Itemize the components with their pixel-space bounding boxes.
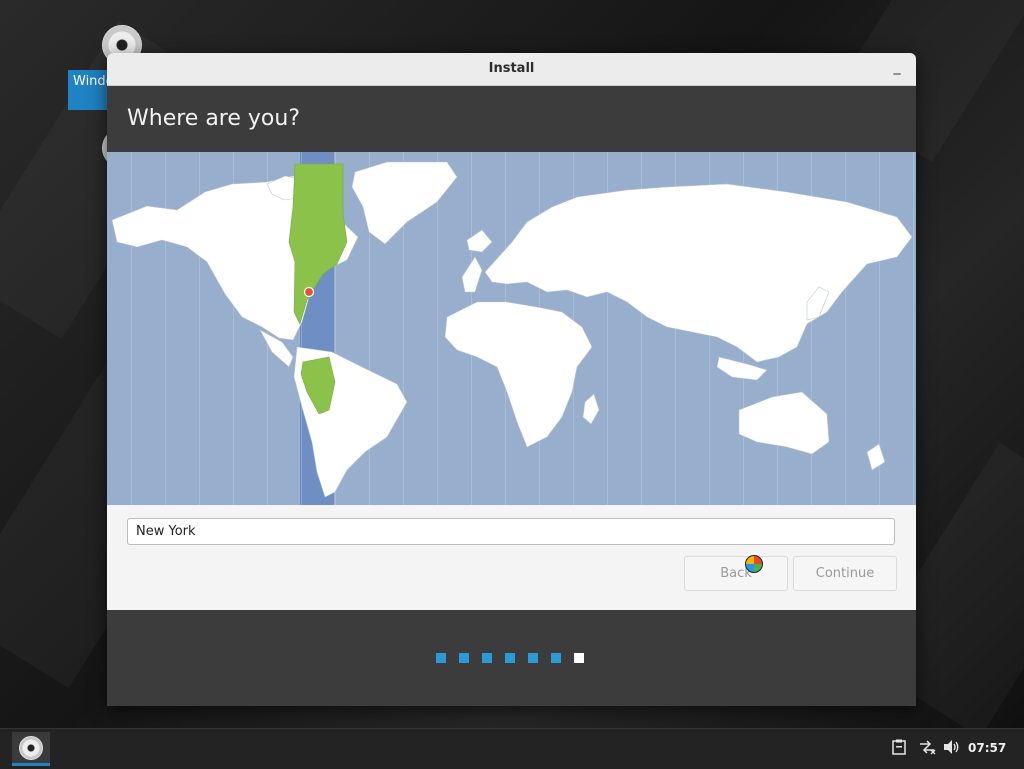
progress-footer <box>107 610 916 706</box>
back-button[interactable]: Back <box>684 556 788 591</box>
iceland-land <box>466 229 493 253</box>
selected-timezone-highlight-north <box>288 163 348 325</box>
greenland-land <box>351 161 458 245</box>
network-disconnected-icon[interactable] <box>918 739 936 759</box>
disc-icon <box>19 736 43 760</box>
progress-dot <box>505 653 515 663</box>
installer-window: Install _ Where are you? New York Back C… <box>107 53 916 706</box>
madagascar-land <box>582 393 600 425</box>
location-pin-icon <box>303 286 315 298</box>
progress-dots <box>436 653 584 663</box>
content-panel: Back Continue <box>107 505 916 610</box>
new-zealand-land <box>866 443 886 471</box>
africa-land <box>444 301 593 448</box>
title-bar[interactable]: Install _ <box>107 53 916 86</box>
page-header: Where are you? <box>107 86 916 153</box>
world-map-graphic <box>111 161 913 498</box>
city-input[interactable] <box>127 518 895 545</box>
clock[interactable]: 07:57 <box>968 741 1006 755</box>
progress-dot <box>459 653 469 663</box>
busy-spinner-icon <box>745 555 763 573</box>
minimize-icon[interactable]: _ <box>886 59 908 79</box>
australia-land <box>738 391 830 455</box>
clipboard-icon[interactable] <box>892 739 906 759</box>
progress-dot <box>436 653 446 663</box>
progress-dot-current <box>574 653 584 663</box>
page-title: Where are you? <box>127 106 300 131</box>
british-isles-land <box>461 256 483 293</box>
timezone-map[interactable] <box>107 152 916 505</box>
window-title: Install <box>488 61 535 76</box>
progress-dot <box>528 653 538 663</box>
taskbar-installer-button[interactable] <box>12 732 50 766</box>
continue-button[interactable]: Continue <box>793 556 897 591</box>
progress-dot <box>551 653 561 663</box>
progress-dot <box>482 653 492 663</box>
volume-icon[interactable] <box>943 739 961 759</box>
taskbar: 07:57 <box>0 728 1024 769</box>
